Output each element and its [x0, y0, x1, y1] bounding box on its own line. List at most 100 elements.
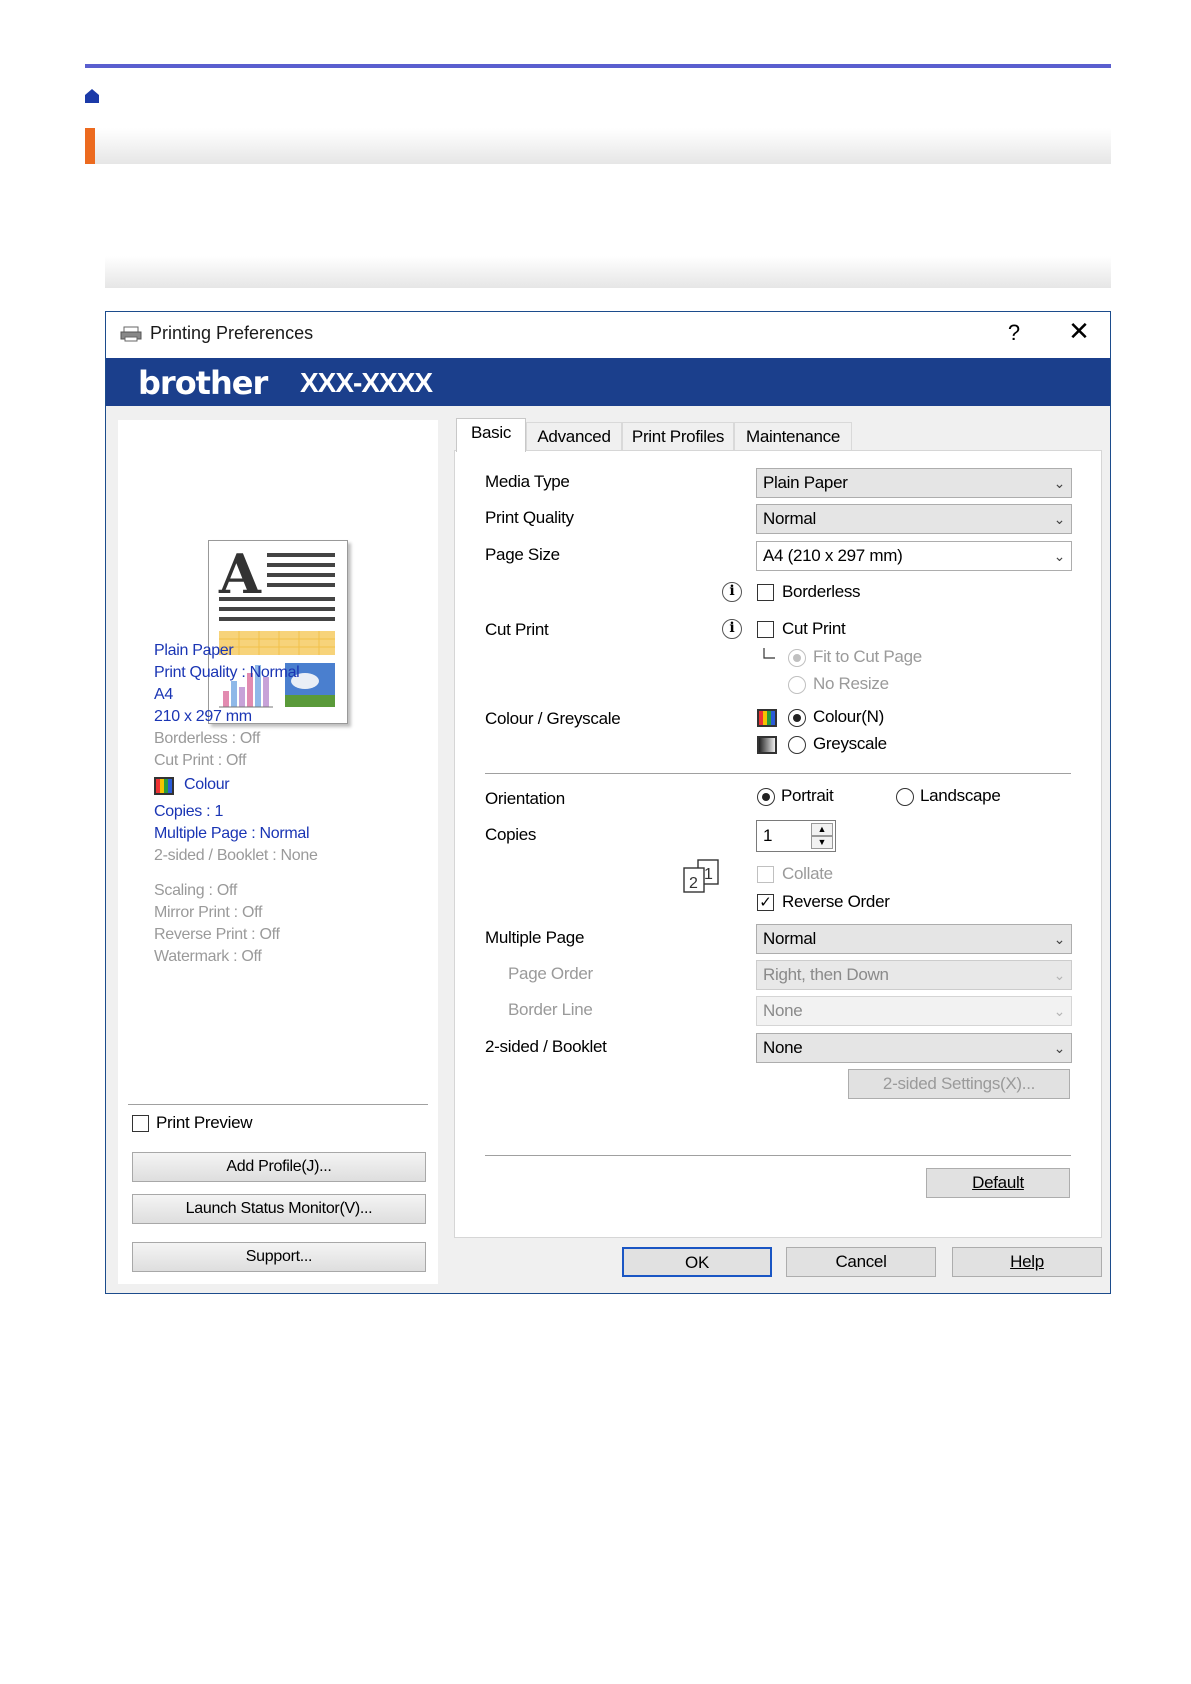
- greyscale-radio[interactable]: [788, 736, 806, 754]
- dialog-title: Printing Preferences: [150, 323, 314, 343]
- svg-text:2: 2: [689, 875, 698, 892]
- chevron-down-icon: ⌄: [1053, 548, 1066, 564]
- chevron-down-icon: ⌄: [1053, 511, 1066, 527]
- tab-maintenance[interactable]: Maintenance: [734, 422, 852, 450]
- media-type-label: Media Type: [485, 472, 570, 491]
- colour-mode-icon: [757, 709, 777, 727]
- left-panel-divider: [128, 1104, 428, 1105]
- close-icon[interactable]: ✕: [1064, 316, 1094, 347]
- colour-swatch-icon: [154, 777, 174, 795]
- dialog-titlebar: Printing Preferences ? ✕: [106, 312, 1110, 358]
- printing-preferences-dialog: Printing Preferences ? ✕ brother XXX-XXX…: [105, 311, 1111, 1294]
- ok-button[interactable]: OK: [622, 1247, 772, 1277]
- collate-checkbox[interactable]: [757, 866, 774, 883]
- tab-basic[interactable]: Basic: [456, 418, 526, 452]
- spin-down-icon[interactable]: ▼: [811, 836, 833, 849]
- summary-two-sided: 2-sided / Booklet : None: [154, 847, 318, 864]
- borderless-checkbox[interactable]: [757, 584, 774, 601]
- help-icon[interactable]: ?: [1001, 320, 1027, 346]
- home-icon[interactable]: [84, 88, 100, 104]
- page-order-value: Right, then Down: [763, 965, 889, 984]
- page-order-select[interactable]: Right, then Down ⌄: [756, 960, 1072, 990]
- summary-media-type: Plain Paper: [154, 642, 234, 659]
- copies-value[interactable]: 1: [763, 826, 772, 846]
- multiple-page-select[interactable]: Normal ⌄: [756, 924, 1072, 954]
- brand-bar: brother XXX-XXXX: [106, 358, 1110, 406]
- colour-greyscale-label: Colour / Greyscale: [485, 709, 621, 728]
- no-resize-label[interactable]: No Resize: [813, 674, 889, 694]
- svg-text:A: A: [218, 542, 262, 606]
- svg-text:1: 1: [704, 866, 713, 883]
- collate-label[interactable]: Collate: [782, 864, 833, 884]
- collate-pages-icon: 1 2: [683, 859, 719, 893]
- help-button[interactable]: Help: [952, 1247, 1102, 1277]
- brother-logo: brother: [138, 364, 268, 402]
- cut-print-checkbox[interactable]: [757, 621, 774, 638]
- greyscale-mode-icon: [757, 736, 777, 754]
- two-sided-label: 2-sided / Booklet: [485, 1037, 607, 1056]
- print-preview-checkbox[interactable]: [132, 1115, 149, 1132]
- default-button-label: Default: [972, 1173, 1024, 1192]
- basic-divider-1: [485, 773, 1071, 774]
- border-line-select[interactable]: None ⌄: [756, 996, 1072, 1026]
- chevron-down-icon: ⌄: [1053, 1040, 1066, 1056]
- portrait-radio[interactable]: [757, 788, 775, 806]
- landscape-label[interactable]: Landscape: [920, 786, 1001, 806]
- media-type-select[interactable]: Plain Paper ⌄: [756, 468, 1072, 498]
- cancel-button[interactable]: Cancel: [786, 1247, 936, 1277]
- summary-multiple-page: Multiple Page : Normal: [154, 825, 310, 842]
- summary-scaling: Scaling : Off: [154, 882, 237, 899]
- reverse-order-label[interactable]: Reverse Order: [782, 892, 890, 912]
- two-sided-settings-button[interactable]: 2-sided Settings(X)...: [848, 1069, 1070, 1099]
- reverse-order-checkbox[interactable]: ✓: [757, 894, 774, 911]
- default-button[interactable]: Default: [926, 1168, 1070, 1198]
- summary-cut-print: Cut Print : Off: [154, 752, 247, 769]
- print-preview-label[interactable]: Print Preview: [156, 1113, 253, 1133]
- greyscale-radio-label[interactable]: Greyscale: [813, 734, 887, 754]
- tab-advanced[interactable]: Advanced: [526, 422, 622, 450]
- colour-radio-label[interactable]: Colour(N): [813, 707, 884, 727]
- basic-divider-2: [485, 1155, 1071, 1156]
- copies-spinbox[interactable]: 1 ▲ ▼: [756, 820, 836, 852]
- cut-print-checkbox-label[interactable]: Cut Print: [782, 619, 846, 639]
- add-profile-button[interactable]: Add Profile(J)...: [132, 1152, 426, 1182]
- borderless-info-icon[interactable]: i: [722, 582, 742, 602]
- top-rule: [85, 64, 1111, 68]
- launch-status-monitor-button[interactable]: Launch Status Monitor(V)...: [132, 1194, 426, 1224]
- summary-watermark: Watermark : Off: [154, 948, 262, 965]
- tab-print-profiles[interactable]: Print Profiles: [622, 422, 734, 450]
- print-quality-value: Normal: [763, 509, 816, 528]
- border-line-value: None: [763, 1001, 803, 1020]
- multiple-page-value: Normal: [763, 929, 816, 948]
- print-quality-select[interactable]: Normal ⌄: [756, 504, 1072, 534]
- copies-label: Copies: [485, 825, 537, 844]
- summary-paper-size: A4: [154, 686, 173, 703]
- summary-print-quality: Print Quality : Normal: [154, 664, 300, 681]
- summary-borderless: Borderless : Off: [154, 730, 261, 747]
- tree-connector-icon: [763, 648, 775, 659]
- page-size-select[interactable]: A4 (210 x 297 mm) ⌄: [756, 541, 1072, 571]
- page-preview-thumbnail: A: [208, 540, 348, 724]
- chevron-down-icon: ⌄: [1053, 475, 1066, 491]
- help-button-label: Help: [1010, 1252, 1044, 1271]
- cut-print-label: Cut Print: [485, 620, 549, 639]
- spin-up-icon[interactable]: ▲: [811, 823, 833, 836]
- two-sided-select[interactable]: None ⌄: [756, 1033, 1072, 1063]
- fit-to-cut-page-label[interactable]: Fit to Cut Page: [813, 647, 922, 667]
- cut-print-info-icon[interactable]: i: [722, 619, 742, 639]
- section-title-accent: [85, 128, 95, 164]
- borderless-label[interactable]: Borderless: [782, 582, 861, 602]
- two-sided-value: None: [763, 1038, 803, 1057]
- fit-to-cut-page-radio[interactable]: [788, 649, 806, 667]
- no-resize-radio[interactable]: [788, 676, 806, 694]
- summary-reverse-print: Reverse Print : Off: [154, 926, 280, 943]
- colour-radio[interactable]: [788, 709, 806, 727]
- orientation-label: Orientation: [485, 789, 565, 808]
- chevron-down-icon: ⌄: [1053, 1003, 1066, 1019]
- print-quality-label: Print Quality: [485, 508, 574, 527]
- support-button[interactable]: Support...: [132, 1242, 426, 1272]
- landscape-radio[interactable]: [896, 788, 914, 806]
- printer-icon: [120, 326, 142, 342]
- page-order-label: Page Order: [508, 964, 593, 983]
- portrait-label[interactable]: Portrait: [781, 786, 834, 806]
